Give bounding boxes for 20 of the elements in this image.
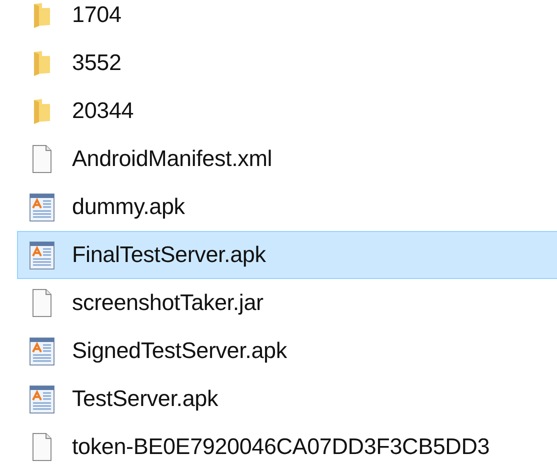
file-name: TestServer.apk	[72, 385, 218, 414]
file-row[interactable]: screenshotTaker.jar	[17, 279, 557, 327]
file-name: 3552	[72, 49, 122, 78]
file-name: FinalTestServer.apk	[72, 241, 266, 270]
file-row[interactable]: 3552	[17, 39, 557, 87]
file-row[interactable]: token-BE0E7920046CA07DD3F3CB5DD3	[17, 423, 557, 471]
file-name: dummy.apk	[72, 193, 185, 222]
file-row[interactable]: SignedTestServer.apk	[17, 327, 557, 375]
file-row[interactable]: AndroidManifest.xml	[17, 135, 557, 183]
file-row[interactable]: dummy.apk	[17, 183, 557, 231]
file-row[interactable]: FinalTestServer.apk	[17, 231, 557, 279]
file-name: SignedTestServer.apk	[72, 337, 287, 366]
file-name: 1704	[72, 1, 122, 30]
file-row[interactable]: TestServer.apk	[17, 375, 557, 423]
file-row[interactable]: 1704	[17, 0, 557, 39]
file-row[interactable]: 20344	[17, 87, 557, 135]
file-name: 20344	[72, 97, 134, 126]
file-name: AndroidManifest.xml	[72, 145, 272, 174]
file-name: token-BE0E7920046CA07DD3F3CB5DD3	[72, 433, 490, 462]
file-name: screenshotTaker.jar	[72, 289, 264, 318]
